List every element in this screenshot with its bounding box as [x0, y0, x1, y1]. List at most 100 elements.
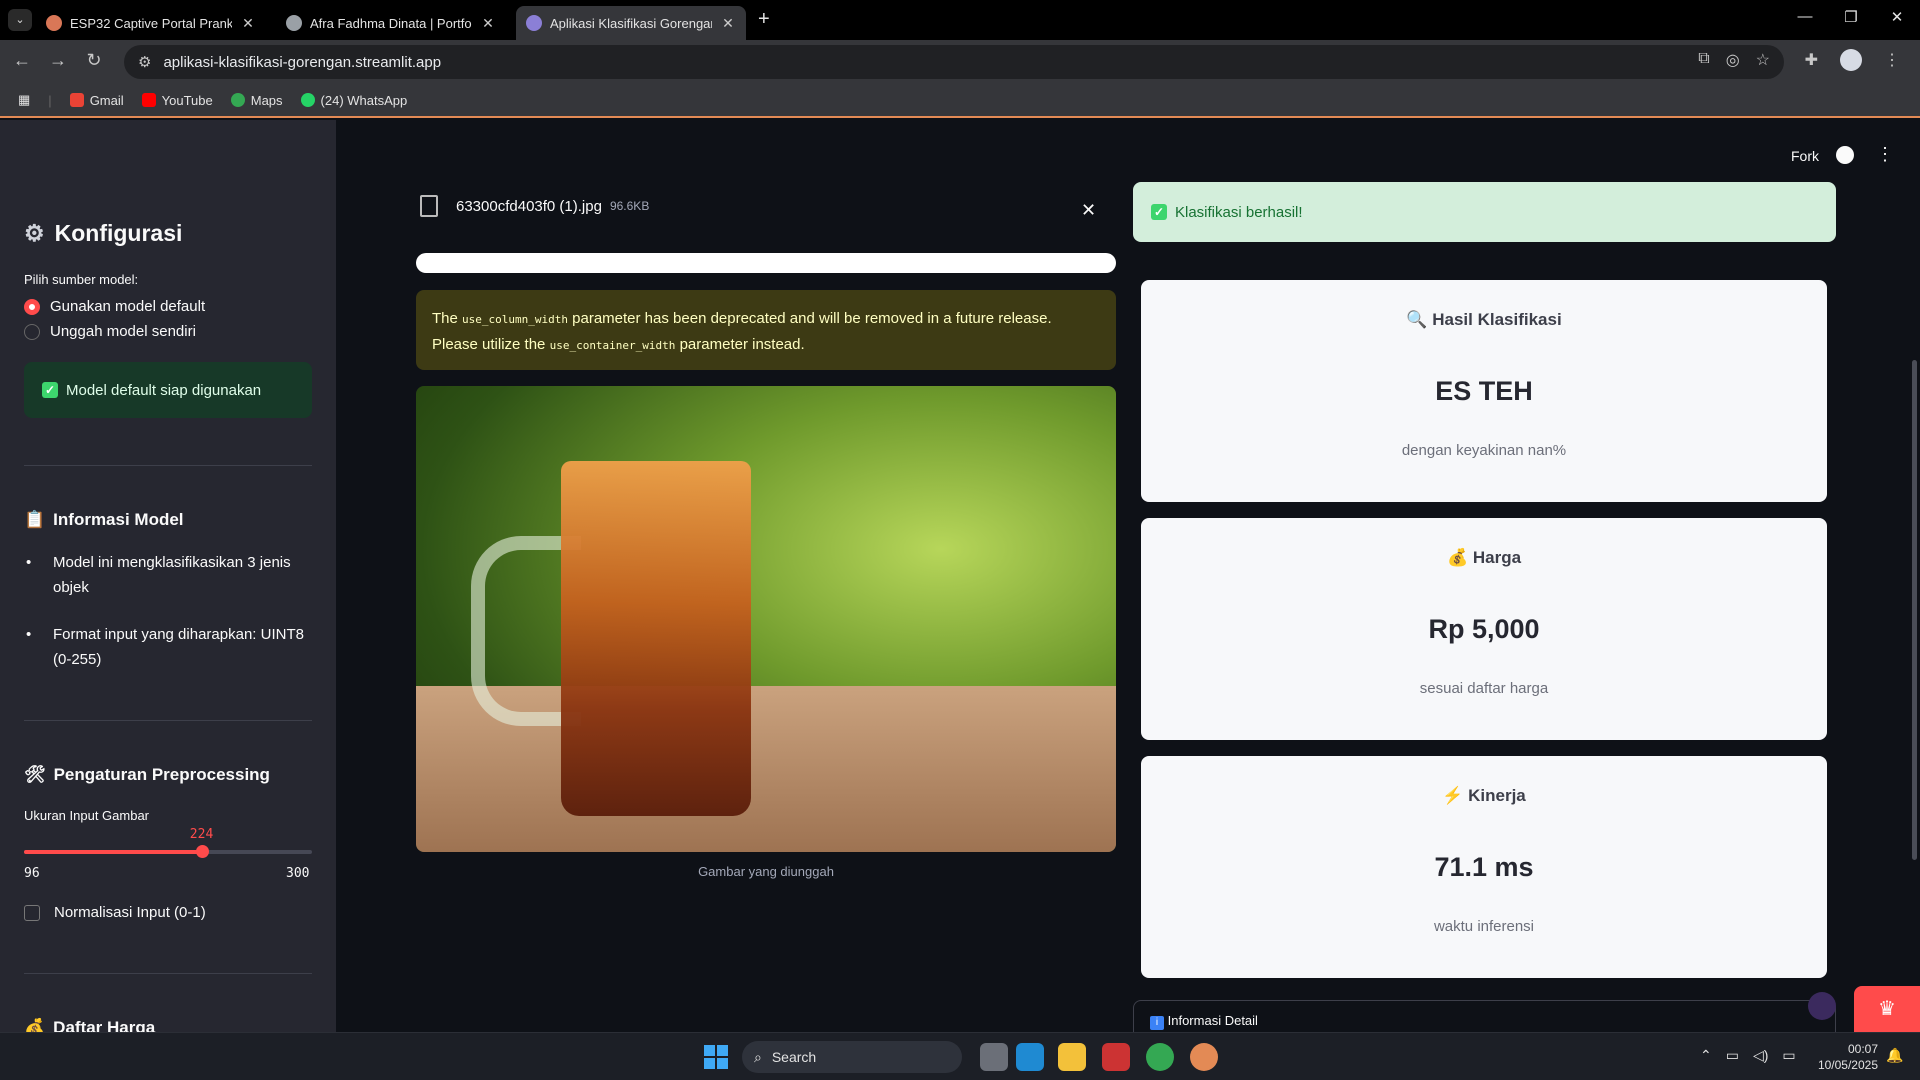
- eye-off-icon[interactable]: ◎: [1726, 50, 1740, 70]
- info-icon: i: [1150, 1016, 1164, 1030]
- uploaded-file-row: 63300cfd403f0 (1).jpg 96.6KB: [416, 184, 996, 228]
- image-caption: Gambar yang diunggah: [698, 864, 834, 879]
- app-menu-icon[interactable]: ⋮: [1876, 144, 1894, 165]
- uploaded-image-iced-tea: [416, 386, 1116, 852]
- taskbar-search[interactable]: ⌕ Search: [742, 1041, 962, 1073]
- close-tab-icon[interactable]: ✕: [480, 15, 496, 32]
- battery-icon[interactable]: ▭: [1782, 1047, 1795, 1064]
- sidebar-divider: [24, 973, 312, 974]
- forward-arrow-icon[interactable]: →: [46, 50, 70, 71]
- bookmark-youtube[interactable]: YouTube: [141, 93, 213, 108]
- normalize-checkbox-row[interactable]: Normalisasi Input (0-1): [24, 904, 206, 921]
- volume-icon[interactable]: ◁): [1753, 1047, 1768, 1064]
- url-bar[interactable]: ⚙ aplikasi-klasifikasi-gorengan.streamli…: [124, 45, 1784, 79]
- omnibox-actions: ⧉ ◎ ☆: [1698, 50, 1770, 70]
- image-glass: [561, 461, 751, 816]
- close-window-icon[interactable]: ✕: [1874, 8, 1920, 26]
- site-settings-icon[interactable]: ⚙: [138, 53, 151, 71]
- upload-progress-bar: [416, 253, 1116, 273]
- main-content: Fork ⋮ 63300cfd403f0 (1).jpg 96.6KB ✕ Th…: [336, 120, 1920, 1032]
- sidebar: ⚙ Konfigurasi Pilih sumber model: Gunaka…: [0, 120, 336, 1032]
- radio-default-model[interactable]: Gunakan model default: [24, 298, 205, 315]
- browser-tab-0[interactable]: ESP32 Captive Portal Prank - Cl ✕: [36, 6, 266, 40]
- reload-icon[interactable]: ↻: [82, 50, 106, 71]
- task-view-icon[interactable]: [980, 1043, 1008, 1071]
- slider-handle[interactable]: [195, 845, 209, 858]
- gmail-icon: [69, 93, 84, 107]
- back-arrow-icon[interactable]: ←: [10, 50, 34, 71]
- whatsapp-icon: [300, 93, 315, 107]
- detail-expander[interactable]: i Informasi Detail: [1133, 1000, 1836, 1032]
- confidence-text: dengan keyakinan nan%: [1401, 442, 1567, 459]
- globe-favicon-icon: [286, 15, 302, 31]
- card-classification-result: 🔍 Hasil Klasifikasi ES TEH dengan keyaki…: [1141, 280, 1827, 502]
- info-model-list: Model ini mengklasifikasikan 3 jenis obj…: [24, 550, 314, 694]
- radio-unselected-icon: [24, 323, 40, 340]
- fork-button[interactable]: Fork: [1791, 148, 1819, 164]
- close-tab-icon[interactable]: ✕: [720, 15, 736, 32]
- new-tab-icon[interactable]: +: [758, 8, 770, 31]
- address-toolbar: ← → ↻ ⚙ aplikasi-klasifikasi-gorengan.st…: [0, 40, 1920, 84]
- minimize-icon[interactable]: —: [1782, 8, 1828, 25]
- file-explorer-icon[interactable]: [1058, 1043, 1086, 1071]
- install-app-icon[interactable]: ⧉: [1698, 50, 1709, 70]
- bookmark-star-icon[interactable]: ☆: [1756, 50, 1770, 70]
- chrome-icon[interactable]: [1146, 1043, 1174, 1071]
- checkmark-icon: ✓: [42, 382, 58, 398]
- extensions-puzzle-icon[interactable]: ✚: [1805, 50, 1818, 70]
- bookmarks-bar: ▦ | Gmail YouTube Maps (24) WhatsApp: [0, 84, 1920, 118]
- inference-note: waktu inferensi: [1433, 918, 1535, 935]
- claude-favicon-icon: [46, 15, 62, 31]
- gear-icon: ⚙: [24, 220, 45, 246]
- github-icon[interactable]: [1836, 146, 1854, 164]
- taskbar-clock[interactable]: 00:07 10/05/2025: [1800, 1041, 1878, 1073]
- bookmark-gmail[interactable]: Gmail: [69, 93, 124, 108]
- browser-tab-2[interactable]: Aplikasi Klasifikasi Gorengan · S ✕: [516, 6, 746, 40]
- network-icon[interactable]: ▭: [1726, 1047, 1739, 1064]
- price-note: sesuai daftar harga: [1419, 680, 1549, 697]
- main-scrollbar[interactable]: [1912, 360, 1917, 860]
- search-icon: ⌕: [754, 1048, 762, 1065]
- sidebar-title: ⚙ Konfigurasi: [24, 220, 183, 246]
- windows-start-icon[interactable]: [704, 1045, 728, 1069]
- streamlit-crown-icon[interactable]: ♛: [1854, 986, 1920, 1032]
- app-icon[interactable]: [1102, 1043, 1130, 1071]
- magnifier-icon: 🔍: [1406, 310, 1428, 329]
- close-tab-icon[interactable]: ✕: [240, 15, 256, 32]
- bookmark-maps[interactable]: Maps: [230, 93, 283, 108]
- tools-icon: 🛠: [24, 765, 46, 784]
- info-model-heading: 📋 Informasi Model: [24, 510, 184, 529]
- extension-area: ✚ ⋮: [1805, 49, 1900, 71]
- windows-taskbar: ⌕ Search ⌃ ▭ ◁) ▭ 00:07 10/05/2025 🔔: [0, 1032, 1920, 1080]
- card-price: 💰 Harga Rp 5,000 sesuai daftar harga: [1141, 518, 1827, 740]
- tab-search-chevron-icon[interactable]: ⌄: [8, 9, 32, 31]
- classification-success-alert: ✓ Klasifikasi berhasil!: [1133, 182, 1836, 242]
- youtube-icon: [141, 93, 156, 107]
- browser-menu-icon[interactable]: ⋮: [1884, 50, 1900, 70]
- model-source-label: Pilih sumber model:: [24, 272, 139, 287]
- notification-bell-icon[interactable]: 🔔: [1886, 1047, 1903, 1064]
- chat-avatar-icon[interactable]: [1808, 992, 1836, 1020]
- chrome-dev-icon[interactable]: [1190, 1043, 1218, 1071]
- deprecation-warning: The use_column_width parameter has been …: [416, 290, 1116, 370]
- radio-upload-model[interactable]: Unggah model sendiri: [24, 323, 196, 340]
- slider-value: 224: [189, 827, 214, 842]
- bookmark-whatsapp[interactable]: (24) WhatsApp: [300, 93, 407, 108]
- profile-avatar[interactable]: [1840, 49, 1862, 71]
- url-text: aplikasi-klasifikasi-gorengan.streamlit.…: [163, 53, 442, 71]
- file-icon: [420, 195, 438, 217]
- restore-icon[interactable]: ❐: [1828, 8, 1874, 26]
- checkmark-icon: ✓: [1151, 204, 1167, 220]
- input-size-slider[interactable]: [24, 845, 312, 858]
- sidebar-divider: [24, 465, 312, 466]
- remove-file-icon[interactable]: ✕: [1081, 200, 1096, 221]
- browser-tab-1[interactable]: Afra Fadhma Dinata | Portfolio ✕: [276, 6, 506, 40]
- inference-time: 71.1 ms: [1434, 852, 1534, 882]
- file-size: 96.6KB: [609, 199, 650, 213]
- radio-selected-icon: [24, 298, 40, 315]
- vscode-icon[interactable]: [1016, 1043, 1044, 1071]
- normalize-checkbox[interactable]: [24, 904, 40, 921]
- clipboard-icon: 📋: [24, 510, 46, 529]
- chevron-up-icon[interactable]: ⌃: [1700, 1047, 1712, 1064]
- apps-grid-icon[interactable]: ▦: [18, 92, 30, 108]
